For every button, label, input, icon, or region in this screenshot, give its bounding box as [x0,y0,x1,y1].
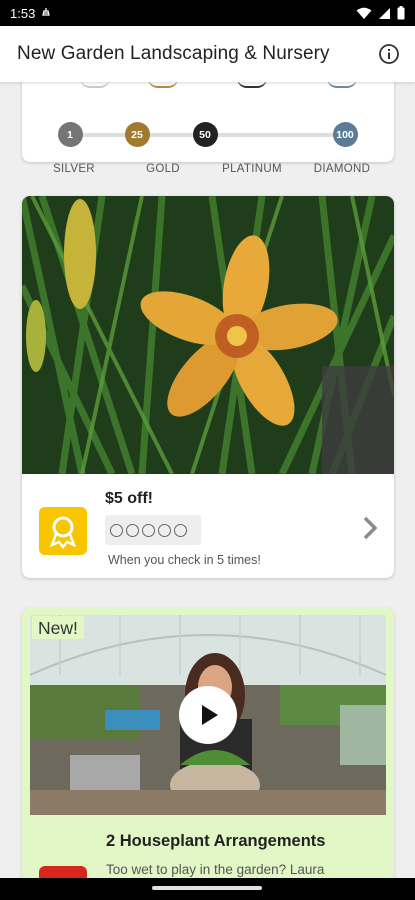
reward-offer-card[interactable]: $5 off! When you check in 5 times! [22,196,394,578]
app-title: New Garden Landscaping & Nursery [17,43,330,64]
scroll-content[interactable]: SILVER GOLD PLATINUM DIAMOND 1 25 50 100 [0,82,415,878]
battery-icon [397,6,405,20]
video-title: 2 Houseplant Arrangements [106,832,326,850]
offer-subtitle: When you check in 5 times! [108,553,261,567]
play-icon [202,705,218,725]
punch-slot [110,523,123,537]
milestone-100: 100 [332,122,358,147]
info-icon[interactable] [377,42,401,66]
video-category-icon [39,866,87,878]
wifi-icon [356,7,372,19]
chevron-right-icon[interactable] [360,515,380,541]
video-description: Too wet to play in the garden? Laura [106,862,325,877]
system-nav-bar [0,878,415,900]
status-time: 1:53 [10,5,36,21]
daylily-photo [22,196,394,474]
new-tag: New! [32,616,84,639]
punch-card [105,515,201,545]
reward-ribbon-icon [39,507,87,555]
notification-icon [42,8,51,16]
tier-progress: 1 25 50 100 [22,82,394,172]
status-bar: 1:53 [0,0,415,26]
milestone-50: 50 [192,122,218,147]
video-card[interactable]: New! 2 Houseplant Arrangements Too wet t… [22,608,394,878]
milestone-1: 1 [57,122,83,147]
milestone-25: 25 [124,122,150,147]
punch-slot [174,523,187,537]
offer-title: $5 off! [105,490,153,507]
punch-slot [158,523,171,537]
app-bar: New Garden Landscaping & Nursery [0,26,415,82]
cellular-icon [379,7,390,19]
home-indicator[interactable] [152,886,262,890]
punch-slot [142,523,155,537]
play-button[interactable] [179,686,237,744]
punch-slot [126,523,139,537]
